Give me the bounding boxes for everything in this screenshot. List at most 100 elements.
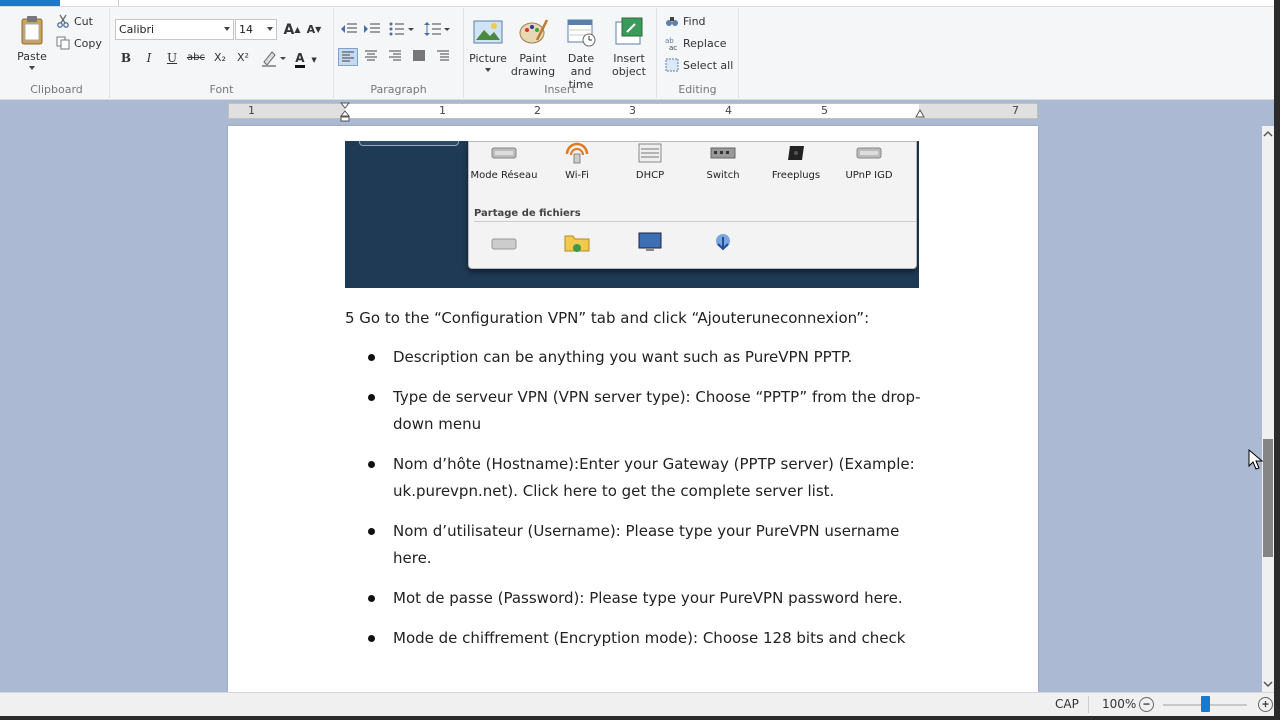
replace-icon: abac — [665, 37, 677, 50]
paste-dropdown-icon[interactable] — [29, 66, 35, 70]
align-left-button[interactable] — [338, 48, 358, 66]
list-item-text: Nom d’utilisateur (Username): Please typ… — [393, 522, 900, 567]
align-center-button[interactable] — [362, 48, 382, 66]
embedded-icon-freeplugs: Freeplugs — [761, 142, 831, 182]
decrease-indent-button[interactable] — [339, 20, 359, 38]
align-right-button[interactable] — [386, 48, 406, 66]
window-edge — [1274, 0, 1280, 720]
ruler-number: 2 — [534, 104, 541, 117]
increase-indent-button[interactable] — [362, 20, 382, 38]
document-text[interactable]: 5 Go to the “Configuration VPN” tab and … — [345, 304, 925, 665]
font-group-label: Font — [209, 83, 234, 96]
bullet-list: Description can be anything you want suc… — [345, 344, 925, 652]
list-item-text: Nom d’hôte (Hostname):Enter your Gateway… — [393, 455, 915, 500]
insert-group: Picture Paint drawing Date and time Inse… — [464, 8, 657, 98]
list-item-text: Type de serveur VPN (VPN server type): C… — [393, 388, 921, 433]
embedded-window: Mode Réseau Wi-Fi DHCP Switch Freeplugs … — [468, 141, 917, 269]
vertical-scrollbar[interactable] — [1262, 126, 1274, 692]
font-size-value: 14 — [239, 23, 253, 36]
zoom-in-icon[interactable] — [1258, 697, 1273, 712]
upnp-icon — [856, 147, 882, 159]
font-color-dropdown-icon: ▼ — [311, 56, 317, 64]
decrease-indent-icon — [341, 23, 357, 33]
list-item: Type de serveur VPN (VPN server type): C… — [345, 384, 925, 438]
align-left-icon — [342, 51, 354, 62]
zoom-slider-thumb[interactable] — [1200, 696, 1210, 712]
italic-button[interactable]: I — [139, 48, 159, 68]
ruler-number: 3 — [629, 104, 636, 117]
date-time-button[interactable]: Date and time — [557, 16, 605, 91]
replace-button[interactable]: ab ac Replace — [665, 34, 727, 52]
scroll-down-icon[interactable] — [1262, 676, 1274, 692]
paste-label: Paste — [17, 50, 47, 63]
embedded-icon-upnp: UPnP IGD — [834, 142, 904, 182]
increase-indent-icon — [364, 23, 380, 33]
picture-icon — [473, 20, 503, 44]
find-button[interactable]: Find — [665, 12, 706, 30]
strikethrough-button[interactable]: abc — [186, 48, 206, 68]
left-indent-marker-icon[interactable] — [340, 102, 350, 122]
list-item: Mot de passe (Password): Please type you… — [345, 585, 925, 612]
status-separator — [1088, 696, 1089, 713]
line-spacing-button[interactable] — [424, 20, 452, 38]
justify-icon — [413, 50, 425, 61]
zoom-out-icon[interactable] — [1139, 697, 1154, 712]
font-color-button[interactable]: A ▼ — [292, 48, 320, 68]
paragraph-group-label: Paragraph — [370, 83, 427, 96]
find-label: Find — [683, 14, 706, 28]
embedded-screenshot[interactable]: Mode Réseau Wi-Fi DHCP Switch Freeplugs … — [345, 141, 919, 288]
ruler[interactable]: 1 1 2 3 4 5 7 — [228, 102, 1038, 122]
font-family-select[interactable]: Calibri — [115, 19, 234, 40]
superscript-button[interactable]: X² — [233, 48, 253, 68]
copy-button[interactable]: Copy — [56, 34, 102, 52]
scissors-icon — [57, 14, 69, 28]
font-color-icon: A — [295, 51, 305, 68]
paint-drawing-button[interactable]: Paint drawing — [509, 16, 557, 78]
ruler-number: 1 — [248, 104, 255, 117]
cut-label: Cut — [74, 14, 93, 28]
underline-button[interactable]: U — [162, 48, 182, 68]
mouse-cursor-icon — [1248, 449, 1264, 470]
paragraph-settings-icon — [437, 50, 449, 61]
justify-button[interactable] — [410, 48, 430, 66]
scroll-up-icon[interactable] — [1262, 126, 1274, 142]
editing-group: Find ab ac Replace Select all Editing — [657, 8, 739, 98]
bullets-button[interactable] — [388, 20, 416, 38]
ribbon: Paste Cut Copy Clipboard Calibri 14 A▲ A… — [0, 0, 1274, 100]
scroll-thumb[interactable] — [1263, 439, 1273, 557]
select-all-button[interactable]: Select all — [665, 56, 733, 74]
insert-object-button[interactable]: Insert object — [605, 16, 653, 78]
paste-button[interactable]: Paste — [8, 14, 56, 70]
insert-object-label: Insert object — [612, 52, 646, 78]
document-page[interactable]: Mode Réseau Wi-Fi DHCP Switch Freeplugs … — [228, 126, 1038, 692]
right-indent-marker-icon[interactable] — [915, 109, 925, 119]
font-size-select[interactable]: 14 — [235, 19, 277, 40]
svg-text:ac: ac — [669, 44, 677, 50]
subscript-button[interactable]: X₂ — [210, 48, 230, 68]
font-size-dropdown-icon — [267, 27, 273, 31]
grow-font-button[interactable]: A▲ — [282, 20, 302, 40]
highlight-button[interactable] — [260, 48, 288, 68]
file-tab[interactable] — [0, 0, 60, 6]
align-center-icon — [365, 50, 377, 61]
embedded-icon-switch: Switch — [688, 142, 758, 182]
embedded-divider — [474, 221, 916, 222]
title-area — [118, 0, 1274, 6]
align-right-icon — [389, 50, 401, 61]
embedded-icon-wifi: Wi-Fi — [542, 142, 612, 182]
copy-icon — [56, 36, 70, 50]
paste-icon — [21, 16, 43, 45]
cut-button[interactable]: Cut — [56, 12, 93, 30]
list-item-text: Mode de chiffrement (Encryption mode): C… — [393, 629, 906, 647]
shrink-font-icon: A — [306, 23, 316, 36]
bold-button[interactable]: B — [116, 48, 136, 68]
list-item-text: Description can be anything you want suc… — [393, 348, 853, 366]
bullet-list-icon — [389, 22, 414, 36]
status-bar: CAP 100% — [0, 692, 1274, 716]
paragraph-settings-button[interactable] — [434, 48, 454, 66]
bullet-icon — [368, 354, 375, 361]
insert-picture-button[interactable]: Picture — [464, 16, 512, 72]
embedded-icon-label: Mode Réseau — [470, 170, 538, 181]
embedded-icon-mode-reseau: Mode Réseau — [469, 142, 539, 182]
shrink-font-button[interactable]: A▼ — [304, 20, 324, 40]
